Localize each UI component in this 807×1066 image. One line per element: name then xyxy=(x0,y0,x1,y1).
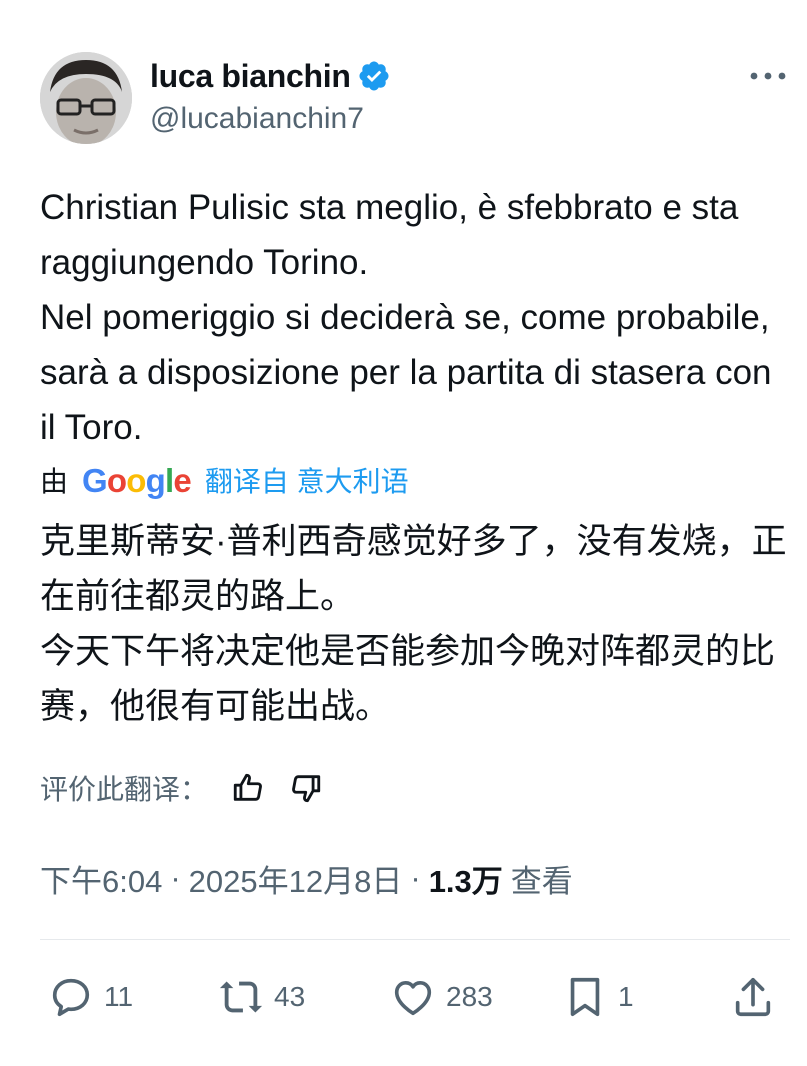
author-name[interactable]: luca bianchin xyxy=(150,58,351,95)
translated-text-line: 克里斯蒂安·普利西奇感觉好多了，没有发烧，正在前往都灵的路上。 xyxy=(40,522,787,616)
verified-badge-icon xyxy=(359,61,389,91)
repost-button[interactable]: 43 xyxy=(218,972,305,1022)
author-name-row[interactable]: luca bianchin xyxy=(150,54,391,98)
rate-translation-row: 评价此翻译： xyxy=(40,766,342,810)
more-options-icon[interactable] xyxy=(748,66,788,86)
tweet-text-line: Christian Pulisic sta meglio, è sfebbrat… xyxy=(40,188,739,282)
divider xyxy=(40,939,790,940)
translated-text-line: 今天下午将决定他是否能参加今晚对阵都灵的比赛，他很有可能出战。 xyxy=(40,632,776,726)
views-label: 查看 xyxy=(510,863,573,899)
thumbs-down-button[interactable] xyxy=(284,766,328,810)
like-button[interactable]: 283 xyxy=(390,972,493,1022)
bookmark-count: 1 xyxy=(618,981,634,1012)
tweet-time[interactable]: 下午6:04 xyxy=(40,856,162,901)
google-logo: Google xyxy=(82,461,192,499)
avatar-image xyxy=(40,52,132,144)
repost-count: 43 xyxy=(274,981,306,1012)
bookmark-icon xyxy=(570,977,600,1017)
repost-icon xyxy=(219,981,263,1013)
reply-button[interactable]: 11 xyxy=(48,972,133,1022)
tweet-meta: 下午6:04 · 2025年12月8日 · 1.3万 查看 xyxy=(40,854,573,902)
translation-attribution: 由 Google 翻译自 意大利语 xyxy=(40,458,409,502)
reply-count: 11 xyxy=(104,981,134,1012)
reply-icon xyxy=(52,978,90,1017)
rate-translation-label: 评价此翻译： xyxy=(40,774,209,805)
tweet-text-line: Nel pomeriggio si deciderà se, come prob… xyxy=(40,298,772,447)
share-icon xyxy=(735,977,771,1017)
thumbs-down-icon xyxy=(292,775,321,803)
views-count: 1.3万 xyxy=(428,863,503,899)
bookmark-button[interactable]: 1 xyxy=(562,972,634,1022)
translated-by-label: 由 xyxy=(40,466,69,497)
thumbs-up-icon xyxy=(233,773,262,801)
avatar[interactable] xyxy=(40,52,132,144)
translated-from-link[interactable]: 翻译自 意大利语 xyxy=(205,460,409,500)
meta-separator: · xyxy=(410,860,421,895)
translated-text: 克里斯蒂安·普利西奇感觉好多了，没有发烧，正在前往都灵的路上。 今天下午将决定他… xyxy=(40,514,790,734)
like-count: 283 xyxy=(446,981,493,1012)
share-button[interactable] xyxy=(730,972,776,1022)
meta-separator: · xyxy=(170,860,181,895)
tweet-date[interactable]: 2025年12月8日 xyxy=(189,856,403,901)
thumbs-up-button[interactable] xyxy=(226,766,270,810)
author-handle[interactable]: @lucabianchin7 xyxy=(150,102,364,136)
tweet-text: Christian Pulisic sta meglio, è sfebbrat… xyxy=(40,180,790,455)
heart-icon xyxy=(394,980,432,1016)
